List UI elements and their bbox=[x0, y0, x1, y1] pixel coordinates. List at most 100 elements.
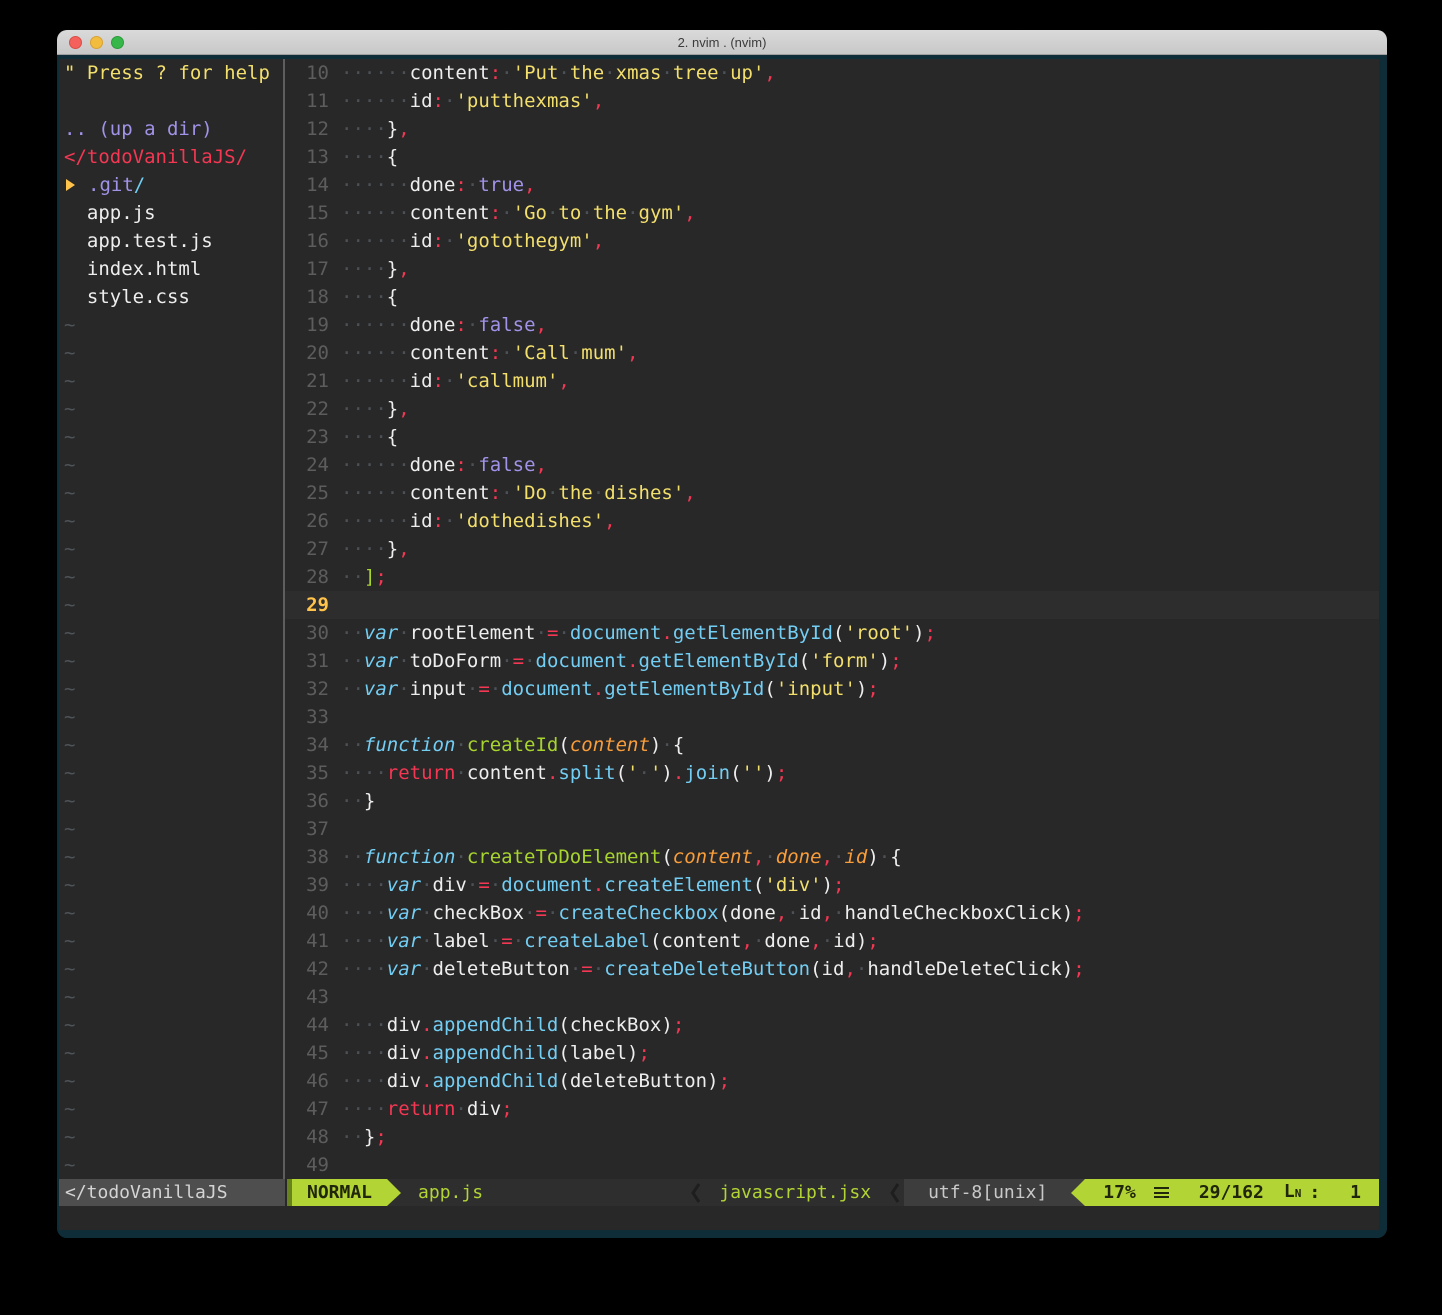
line-number: 42 bbox=[285, 955, 329, 983]
tree-item[interactable]: index.html bbox=[59, 255, 283, 283]
code-line[interactable]: 15······content:·'Go·to·the·gym', bbox=[285, 199, 1379, 227]
line-number: 10 bbox=[285, 59, 329, 87]
code-line[interactable]: 18····{ bbox=[285, 283, 1379, 311]
empty-buffer-tilde: ~ bbox=[59, 1123, 283, 1151]
code-line[interactable]: 21······id:·'callmum', bbox=[285, 367, 1379, 395]
code-line[interactable]: 47····return·div; bbox=[285, 1095, 1379, 1123]
scroll-percent: 17% bbox=[1103, 1179, 1136, 1206]
code-line[interactable]: 13····{ bbox=[285, 143, 1379, 171]
code-line[interactable]: 27····}, bbox=[285, 535, 1379, 563]
line-number: 22 bbox=[285, 395, 329, 423]
empty-buffer-tilde: ~ bbox=[59, 451, 283, 479]
empty-buffer-tilde: ~ bbox=[59, 507, 283, 535]
code-line[interactable]: 42····var·deleteButton·=·createDeleteBut… bbox=[285, 955, 1379, 983]
command-line[interactable] bbox=[59, 1206, 1379, 1230]
tree-item[interactable]: .git/ bbox=[59, 171, 283, 199]
chevron-left-icon bbox=[885, 1179, 904, 1206]
empty-buffer-tilde: ~ bbox=[59, 899, 283, 927]
tree-item[interactable]: style.css bbox=[59, 283, 283, 311]
code-line[interactable]: 14······done:·true, bbox=[285, 171, 1379, 199]
tree-item[interactable]: " Press ? for help bbox=[59, 59, 283, 87]
tree-item[interactable]: .. (up a dir) bbox=[59, 115, 283, 143]
code-line[interactable]: 40····var·checkBox·=·createCheckbox(done… bbox=[285, 899, 1379, 927]
traffic-lights bbox=[69, 36, 124, 49]
empty-buffer-tilde: ~ bbox=[59, 395, 283, 423]
line-number: 36 bbox=[285, 787, 329, 815]
code-line[interactable]: 33 bbox=[285, 703, 1379, 731]
code-line[interactable]: 35····return·content.split('·').join('')… bbox=[285, 759, 1379, 787]
line-number: 13 bbox=[285, 143, 329, 171]
line-number: 40 bbox=[285, 899, 329, 927]
line-number: 28 bbox=[285, 563, 329, 591]
titlebar[interactable]: 2. nvim . (nvim) bbox=[57, 30, 1387, 55]
code-line[interactable]: 41····var·label·=·createLabel(content,·d… bbox=[285, 927, 1379, 955]
statusline-tree-path: </todoVanillaJS bbox=[59, 1179, 285, 1206]
tree-item[interactable]: </todoVanillaJS/ bbox=[59, 143, 283, 171]
code-line[interactable]: 19······done:·false, bbox=[285, 311, 1379, 339]
code-line[interactable]: 44····div.appendChild(checkBox); bbox=[285, 1011, 1379, 1039]
empty-buffer-tilde: ~ bbox=[59, 535, 283, 563]
tree-item[interactable] bbox=[59, 87, 283, 115]
code-line[interactable]: 36··} bbox=[285, 787, 1379, 815]
empty-buffer-tilde: ~ bbox=[59, 787, 283, 815]
statusline-position-segment: 17% 29/162 LN : 1 bbox=[1085, 1179, 1379, 1206]
code-editor[interactable]: 10······content:·'Put·the·xmas·tree·up',… bbox=[285, 59, 1379, 1179]
code-line[interactable]: 29 bbox=[285, 591, 1379, 619]
line-number: 41 bbox=[285, 927, 329, 955]
line-number: 16 bbox=[285, 227, 329, 255]
line-number: 31 bbox=[285, 647, 329, 675]
code-line[interactable]: 12····}, bbox=[285, 115, 1379, 143]
close-button[interactable] bbox=[69, 36, 82, 49]
code-line[interactable]: 34··function·createId(content)·{ bbox=[285, 731, 1379, 759]
line-number: 33 bbox=[285, 703, 329, 731]
empty-buffer-tilde: ~ bbox=[59, 927, 283, 955]
empty-buffer-tilde: ~ bbox=[59, 871, 283, 899]
line-number: 26 bbox=[285, 507, 329, 535]
code-line[interactable]: 38··function·createToDoElement(content,·… bbox=[285, 843, 1379, 871]
line-number: 30 bbox=[285, 619, 329, 647]
empty-buffer-tilde: ~ bbox=[59, 1151, 283, 1179]
code-line[interactable]: 25······content:·'Do·the·dishes', bbox=[285, 479, 1379, 507]
tree-item[interactable]: app.test.js bbox=[59, 227, 283, 255]
code-line[interactable]: 32··var·input·=·document.getElementById(… bbox=[285, 675, 1379, 703]
code-line[interactable]: 26······id:·'dothedishes', bbox=[285, 507, 1379, 535]
code-line[interactable]: 45····div.appendChild(label); bbox=[285, 1039, 1379, 1067]
code-line[interactable]: 39····var·div·=·document.createElement('… bbox=[285, 871, 1379, 899]
code-line[interactable]: 48··}; bbox=[285, 1123, 1379, 1151]
line-number: 39 bbox=[285, 871, 329, 899]
lines-icon bbox=[1154, 1187, 1169, 1198]
empty-buffer-tilde: ~ bbox=[59, 1067, 283, 1095]
line-number: 19 bbox=[285, 311, 329, 339]
code-line[interactable]: 22····}, bbox=[285, 395, 1379, 423]
zoom-button[interactable] bbox=[111, 36, 124, 49]
expand-arrow-icon bbox=[66, 179, 75, 191]
statusline: </todoVanillaJS NORMAL app.js javascript… bbox=[59, 1179, 1379, 1206]
line-number: 24 bbox=[285, 451, 329, 479]
code-line[interactable]: 46····div.appendChild(deleteButton); bbox=[285, 1067, 1379, 1095]
line-number: 23 bbox=[285, 423, 329, 451]
empty-buffer-tilde: ~ bbox=[59, 983, 283, 1011]
statusline-filetype: javascript.jsx bbox=[705, 1179, 885, 1206]
empty-buffer-tilde: ~ bbox=[59, 647, 283, 675]
code-line[interactable]: 11······id:·'putthexmas', bbox=[285, 87, 1379, 115]
line-number: 15 bbox=[285, 199, 329, 227]
code-line[interactable]: 49 bbox=[285, 1151, 1379, 1179]
line-number: 45 bbox=[285, 1039, 329, 1067]
code-line[interactable]: 28··]; bbox=[285, 563, 1379, 591]
code-line[interactable]: 17····}, bbox=[285, 255, 1379, 283]
empty-buffer-tilde: ~ bbox=[59, 423, 283, 451]
code-line[interactable]: 10······content:·'Put·the·xmas·tree·up', bbox=[285, 59, 1379, 87]
code-line[interactable]: 43 bbox=[285, 983, 1379, 1011]
tree-item[interactable]: app.js bbox=[59, 199, 283, 227]
code-line[interactable]: 20······content:·'Call·mum', bbox=[285, 339, 1379, 367]
empty-buffer-tilde: ~ bbox=[59, 1011, 283, 1039]
code-line[interactable]: 30··var·rootElement·=·document.getElemen… bbox=[285, 619, 1379, 647]
line-number: 32 bbox=[285, 675, 329, 703]
code-line[interactable]: 37 bbox=[285, 815, 1379, 843]
code-line[interactable]: 23····{ bbox=[285, 423, 1379, 451]
code-line[interactable]: 16······id:·'gotothegym', bbox=[285, 227, 1379, 255]
code-line[interactable]: 31··var·toDoForm·=·document.getElementBy… bbox=[285, 647, 1379, 675]
minimize-button[interactable] bbox=[90, 36, 103, 49]
code-line[interactable]: 24······done:·false, bbox=[285, 451, 1379, 479]
powerline-arrow-right-icon bbox=[387, 1179, 401, 1206]
